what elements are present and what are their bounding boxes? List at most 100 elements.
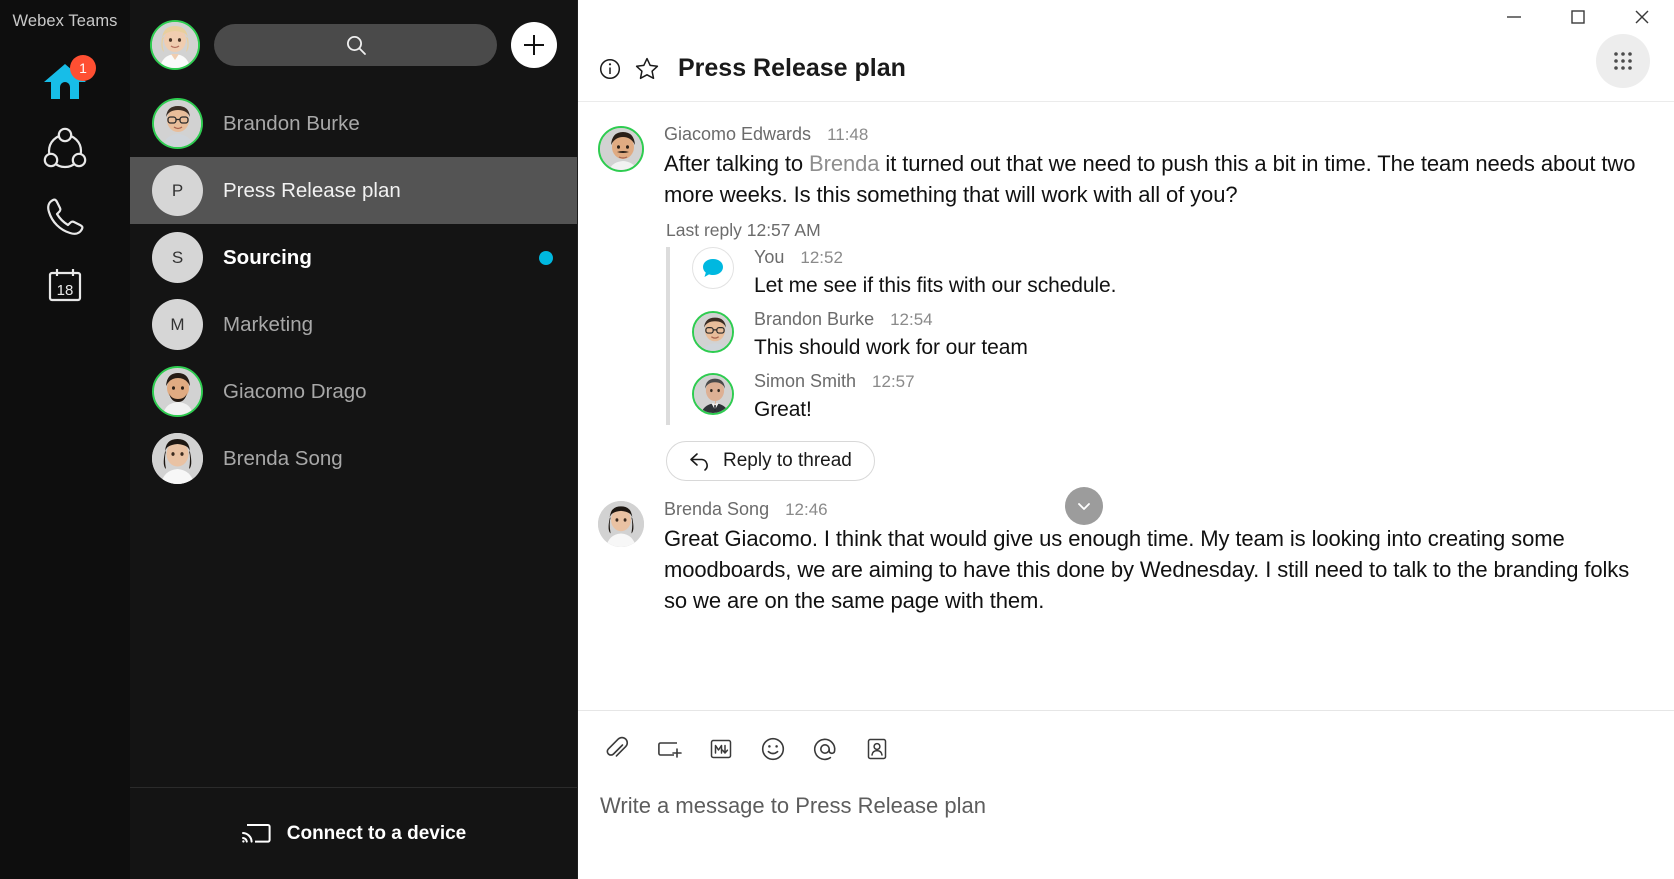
message-author: You [754, 247, 785, 268]
message-author: Giacomo Edwards [664, 124, 812, 144]
space-item-label: Marketing [223, 312, 314, 336]
markdown-icon [710, 739, 732, 759]
person-card-button[interactable] [860, 732, 894, 766]
space-item-sourcing[interactable]: S Sourcing [130, 224, 577, 291]
emoji-icon [761, 737, 785, 761]
connect-to-device-button[interactable]: Connect to a device [130, 787, 577, 879]
minimize-button[interactable] [1482, 0, 1546, 34]
message-body: You 12:52 Let me see if this fits with o… [754, 247, 1644, 301]
screen-share-button[interactable] [652, 732, 686, 766]
message-text: Let me see if this fits with our schedul… [754, 274, 1117, 298]
maximize-button[interactable] [1546, 0, 1610, 34]
message-meta: You 12:52 [754, 247, 1644, 268]
space-item-press-release-plan[interactable]: P Press Release plan [130, 157, 577, 224]
avatar [692, 373, 734, 416]
message-body: Brandon Burke 12:54 This should work for… [754, 309, 1644, 363]
app-title: Webex Teams [12, 12, 118, 30]
chat-bubble-icon [703, 259, 723, 278]
message-time: 11:48 [827, 125, 869, 144]
star-icon[interactable] [634, 56, 660, 82]
phone-icon [47, 198, 84, 235]
chat-header: Press Release plan [578, 34, 1674, 102]
message-text: This should work for our team [754, 336, 1028, 360]
thread-message-simon-smith: Simon Smith 12:57 Great! [692, 371, 1644, 425]
rail-icon-group: 1 18 [0, 47, 130, 319]
attachment-button[interactable] [600, 732, 634, 766]
rail-item-home[interactable]: 1 [0, 47, 130, 115]
avatar-photo-man-moustache [600, 128, 642, 170]
screen-share-icon [658, 742, 682, 758]
reply-to-thread-label: Reply to thread [723, 449, 852, 471]
avatar-photo-man-glasses [154, 100, 201, 147]
unread-dot [539, 250, 553, 265]
maximize-icon [1571, 10, 1585, 24]
space-item-brandon-burke[interactable]: Brandon Burke [130, 90, 577, 157]
scroll-to-bottom-button[interactable] [1065, 487, 1103, 525]
spaces-panel: Brandon Burke P Press Release plan S Sou… [130, 0, 578, 879]
message-time: 12:54 [890, 310, 933, 330]
message-author: Brandon Burke [754, 309, 875, 330]
person-card-icon [867, 738, 887, 760]
message-meta: Brandon Burke 12:54 [754, 309, 1644, 330]
grid-apps-icon [1614, 52, 1632, 70]
message-body: Brenda Song 12:46 Great Giacomo. I think… [664, 499, 1644, 617]
message-text: Great! [754, 398, 812, 422]
emoji-button[interactable] [756, 732, 790, 766]
message-text: Great Giacomo. I think that would give u… [664, 525, 1630, 614]
svg-text:18: 18 [57, 282, 74, 299]
reply-to-thread-button[interactable]: Reply to thread [666, 440, 875, 481]
avatar [152, 98, 203, 149]
space-item-marketing[interactable]: M Marketing [130, 291, 577, 358]
message-brenda-song: Brenda Song 12:46 Great Giacomo. I think… [598, 499, 1644, 617]
mention-brenda[interactable]: Brenda [809, 151, 879, 176]
mention-button[interactable] [808, 732, 842, 766]
avatar [692, 311, 734, 354]
attachment-icon [606, 736, 629, 757]
my-avatar[interactable] [150, 20, 200, 70]
avatar-photo-man-glasses [694, 313, 732, 352]
webex-teams-window: Webex Teams 1 18 Brandon Burke P Press R… [0, 0, 1674, 879]
message-composer: Write a message to Press Release plan [578, 710, 1674, 879]
message-list[interactable]: Giacomo Edwards 11:48 After talking to B… [578, 102, 1674, 710]
cast-screen-icon [241, 823, 271, 843]
rail-item-calls[interactable] [0, 183, 130, 251]
new-space-button[interactable] [511, 22, 557, 68]
space-item-label: Sourcing [223, 245, 312, 269]
chevron-down-icon [1078, 503, 1090, 510]
avatar-photo-man-beard [154, 368, 201, 415]
avatar [152, 366, 203, 417]
message-meta: Giacomo Edwards 11:48 [664, 124, 1644, 145]
close-button[interactable] [1610, 0, 1674, 34]
message-text: After talking to Brenda it turned out th… [664, 148, 1644, 210]
teams-icon [43, 127, 87, 169]
composer-toolbar [600, 729, 1674, 769]
home-unread-badge: 1 [70, 55, 96, 81]
avatar-initial: P [152, 165, 203, 216]
thread-replies: You 12:52 Let me see if this fits with o… [666, 247, 1644, 425]
space-item-label: Brandon Burke [223, 111, 360, 135]
last-reply-label: Last reply 12:57 AM [666, 220, 821, 241]
apps-button[interactable] [1596, 34, 1650, 88]
avatar [152, 433, 203, 484]
space-item-label: Giacomo Drago [223, 379, 367, 403]
search-icon [346, 36, 366, 55]
minimize-icon [1507, 16, 1521, 18]
search-input[interactable] [214, 24, 497, 66]
message-input[interactable]: Write a message to Press Release plan [600, 793, 1674, 819]
mention-icon [813, 738, 836, 761]
rail-item-teams[interactable] [0, 115, 130, 183]
space-item-label: Brenda Song [223, 446, 343, 470]
reply-arrow-icon [690, 453, 708, 471]
info-icon[interactable] [598, 57, 622, 81]
message-root: Giacomo Edwards 11:48 After talking to B… [598, 124, 1644, 210]
avatar [692, 247, 734, 290]
page-title: Press Release plan [678, 54, 906, 82]
message-body: Simon Smith 12:57 Great! [754, 371, 1644, 425]
avatar-initial: S [152, 232, 203, 283]
space-item-giacomo-drago[interactable]: Giacomo Drago [130, 358, 577, 425]
close-icon [1635, 10, 1649, 24]
space-item-brenda-song[interactable]: Brenda Song [130, 425, 577, 492]
avatar [598, 500, 644, 547]
markdown-button[interactable] [704, 732, 738, 766]
rail-item-calendar[interactable]: 18 [0, 251, 130, 319]
